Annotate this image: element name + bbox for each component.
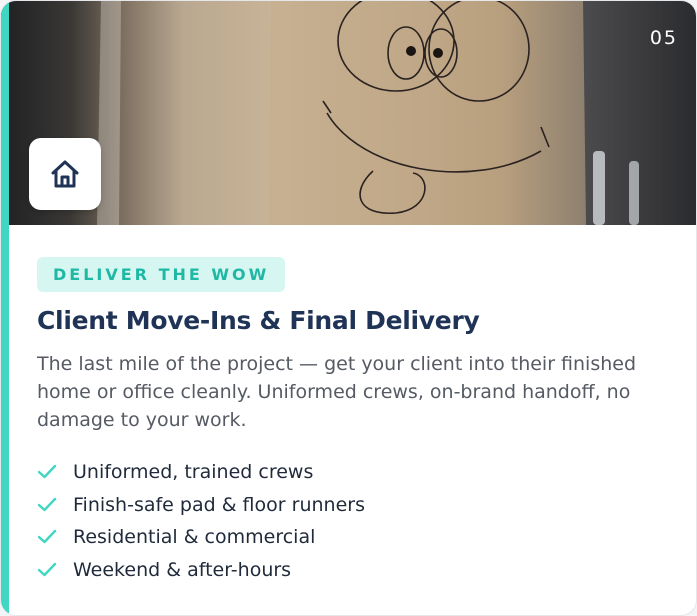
check-icon [37,529,59,545]
feature-item: Uniformed, trained crews [37,456,676,489]
accent-bar [1,1,9,615]
category-tag: DELIVER THE WOW [37,257,286,292]
home-icon [51,160,79,188]
card-number: 05 [649,27,678,49]
feature-label: Weekend & after-hours [73,558,292,581]
feature-item: Weekend & after-hours [37,554,676,587]
feature-label: Finish-safe pad & floor runners [73,493,365,516]
check-icon [37,464,59,480]
card-description: The last mile of the project — get your … [37,353,637,431]
cardboard-face-illustration [97,1,639,225]
home-icon-tile [29,138,101,210]
feature-label: Uniformed, trained crews [73,461,314,484]
service-card: 05 DELIVER THE WOW Client Move-Ins & Fin… [0,0,697,616]
check-icon [37,562,59,578]
feature-label: Residential & commercial [73,526,316,549]
hero-image: 05 [1,1,696,225]
feature-item: Finish-safe pad & floor runners [37,489,676,522]
card-title: Client Move-Ins & Final Delivery [37,306,480,335]
check-icon [37,497,59,513]
feature-item: Residential & commercial [37,521,676,554]
feature-list: Uniformed, trained crews Finish-safe pad… [37,456,676,586]
card-content: DELIVER THE WOW Client Move-Ins & Final … [37,257,676,586]
